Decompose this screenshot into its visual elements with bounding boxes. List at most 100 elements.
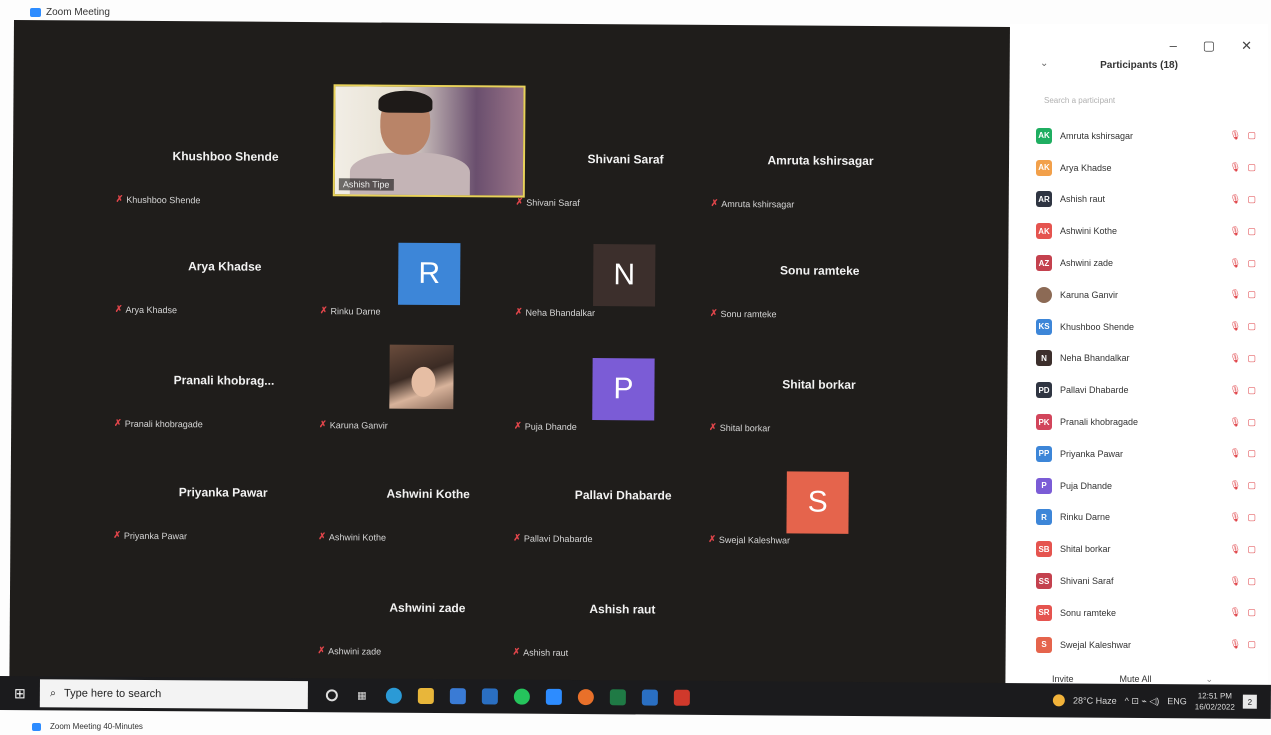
taskbar-search[interactable]: ⌕ Type here to search	[39, 679, 308, 710]
tray-icons[interactable]: ^ ⊡ ⌁ ◁)	[1125, 695, 1160, 706]
mic-video-off-icon[interactable]: 🎙 ▢	[1230, 448, 1258, 459]
clock[interactable]: 12:51 PM 16/02/2022	[1195, 690, 1235, 712]
participant-search-input[interactable]: Search a participant	[1044, 96, 1115, 105]
participant-name: Khushboo Shende	[1060, 321, 1135, 332]
participant-row[interactable]: SS Shivani Saraf 🎙 ▢	[1036, 565, 1258, 597]
participant-name-label: ✗ Ashwini zade	[318, 645, 382, 656]
close-button[interactable]: ✕	[1241, 38, 1252, 54]
mic-video-off-icon[interactable]: 🎙 ▢	[1230, 258, 1258, 269]
participant-name: Shital borkar	[1060, 544, 1111, 555]
participant-name-label: ✗ Arya Khadse	[115, 304, 177, 315]
participant-display-name: Pranali khobrag...	[173, 373, 275, 388]
participant-avatar: S	[1036, 636, 1052, 653]
mic-video-off-icon[interactable]: 🎙 ▢	[1230, 385, 1258, 396]
mic-video-off-icon[interactable]: 🎙 ▢	[1230, 353, 1258, 364]
cortana-icon[interactable]	[325, 689, 338, 702]
photos-icon[interactable]	[641, 689, 658, 706]
participant-row[interactable]: PP Priyanka Pawar 🎙 ▢	[1036, 438, 1258, 470]
firefox-icon[interactable]	[577, 689, 594, 706]
task-view-icon[interactable]: ▦	[354, 687, 370, 703]
participant-name-label: ✗ Pranali khobragade	[114, 418, 203, 430]
whatsapp-icon[interactable]	[513, 688, 530, 705]
mic-muted-icon: ✗	[317, 645, 326, 656]
store-icon[interactable]	[449, 688, 466, 705]
minimize-button[interactable]: –	[1170, 38, 1177, 54]
participant-tile[interactable]: Ashish raut ✗ Ashish raut	[504, 561, 740, 673]
excel-icon[interactable]	[609, 689, 626, 706]
participant-row[interactable]: KS Khushboo Shende 🎙 ▢	[1036, 311, 1258, 343]
participant-row[interactable]: SB Shital borkar 🎙 ▢	[1036, 533, 1258, 565]
more-options-icon[interactable]: ⌄	[1206, 674, 1214, 685]
participant-tile[interactable]: Amruta kshirsagar ✗ Amruta kshirsagar	[703, 113, 939, 225]
video-tile-ashish[interactable]: Ashish Tipe	[332, 84, 526, 198]
participant-row[interactable]: S Swejal Kaleshwar 🎙 ▢	[1036, 629, 1258, 661]
mic-video-off-icon[interactable]: 🎙 ▢	[1230, 576, 1258, 587]
participant-row[interactable]: AR Ashish raut 🎙 ▢	[1036, 184, 1258, 216]
participant-name-label: ✗ Sonu ramteke	[710, 308, 777, 319]
participant-avatar: PP	[1036, 445, 1052, 462]
participant-name-label: ✗ Shivani Saraf	[516, 197, 580, 208]
name-text: Pranali khobragade	[124, 418, 203, 429]
zoom-taskbar-icon[interactable]	[545, 688, 562, 705]
participant-row[interactable]: P Puja Dhande 🎙 ▢	[1036, 470, 1258, 502]
name-text: Karuna Ganvir	[329, 419, 388, 431]
mic-video-off-icon[interactable]: 🎙 ▢	[1230, 512, 1258, 523]
mic-video-off-icon[interactable]: 🎙 ▢	[1230, 226, 1258, 237]
participant-tile[interactable]: Shital borkar ✗ Shital borkar	[701, 337, 937, 449]
participant-avatar: S	[786, 471, 849, 534]
mic-video-off-icon[interactable]: 🎙 ▢	[1230, 544, 1258, 555]
participant-row[interactable]: AK Arya Khadse 🎙 ▢	[1036, 152, 1258, 184]
name-text: Rinku Darne	[330, 305, 381, 317]
name-text: Arya Khadse	[125, 304, 178, 315]
mic-video-off-icon[interactable]: 🎙 ▢	[1230, 417, 1258, 428]
mic-video-off-icon[interactable]: 🎙 ▢	[1230, 162, 1258, 173]
participant-avatar: PD	[1036, 382, 1052, 399]
participant-display-name: Khushboo Shende	[172, 149, 279, 164]
participant-avatar: SB	[1036, 541, 1052, 558]
participant-row[interactable]: R Rinku Darne 🎙 ▢	[1036, 502, 1258, 534]
mic-video-off-icon[interactable]: 🎙 ▢	[1230, 321, 1258, 332]
file-explorer-icon[interactable]	[417, 687, 434, 705]
maximize-button[interactable]: ▢	[1203, 38, 1215, 54]
participant-row[interactable]: PD Pallavi Dhabarde 🎙 ▢	[1036, 374, 1258, 406]
notification-icon[interactable]: 2	[1242, 694, 1257, 709]
search-icon: ⌕	[49, 686, 57, 699]
mic-video-off-icon[interactable]: 🎙 ▢	[1230, 639, 1258, 650]
participant-name-label: ✗ Pallavi Dhabarde	[513, 532, 592, 544]
language-indicator[interactable]: ENG	[1167, 696, 1187, 706]
mic-video-off-icon[interactable]: 🎙 ▢	[1230, 194, 1258, 205]
weather-text[interactable]: 28°C Haze	[1073, 695, 1117, 705]
participant-tile[interactable]: Arya Khadse ✗ Arya Khadse	[107, 219, 343, 331]
participant-row[interactable]: AK Amruta kshirsagar 🎙 ▢	[1036, 120, 1258, 152]
mic-video-off-icon[interactable]: 🎙 ▢	[1230, 607, 1258, 618]
acrobat-icon[interactable]	[673, 689, 690, 706]
mic-muted-icon: ✗	[515, 196, 524, 207]
participant-row[interactable]: AZ Ashwini zade 🎙 ▢	[1036, 247, 1258, 279]
mic-video-off-icon[interactable]: 🎙 ▢	[1230, 480, 1258, 491]
participant-photo	[389, 344, 454, 410]
participant-name: Neha Bhandalkar	[1060, 353, 1130, 364]
name-text: Swejal Kaleshwar	[718, 534, 791, 545]
participant-tile[interactable]: Priyanka Pawar ✗ Priyanka Pawar	[105, 445, 341, 557]
participant-row[interactable]: SR Sonu ramteke 🎙 ▢	[1036, 597, 1258, 629]
participant-name: Sonu ramteke	[1060, 607, 1117, 618]
window-controls: – ▢ ✕	[1170, 38, 1252, 54]
participant-name-label: ✗ Swejal Kaleshwar	[708, 534, 790, 546]
edge-icon[interactable]	[385, 687, 402, 704]
participant-tile[interactable]: Pranali khobrag... ✗ Pranali khobragade	[106, 333, 342, 445]
participant-row[interactable]: AK Ashwini Kothe 🎙 ▢	[1036, 215, 1258, 247]
participant-row[interactable]: N Neha Bhandalkar 🎙 ▢	[1036, 343, 1258, 375]
mic-video-off-icon[interactable]: 🎙 ▢	[1230, 289, 1258, 300]
participant-tile[interactable]: Khushboo Shende ✗ Khushboo Shende	[108, 109, 344, 221]
participant-display-name: Arya Khadse	[188, 259, 262, 274]
mail-icon[interactable]	[481, 688, 498, 705]
participant-tile[interactable]: Sonu ramteke ✗ Sonu ramteke	[702, 223, 938, 335]
start-button[interactable]: ⊞	[0, 676, 40, 710]
participant-tile[interactable]: S ✗ Swejal Kaleshwar	[700, 449, 936, 561]
participant-row[interactable]: Karuna Ganvir 🎙 ▢	[1036, 279, 1258, 311]
participant-row[interactable]: PK Pranali khobragade 🎙 ▢	[1036, 406, 1258, 438]
participant-display-name: Ashish raut	[589, 602, 656, 617]
mic-muted-icon: ✗	[318, 531, 326, 542]
mic-video-off-icon[interactable]: 🎙 ▢	[1230, 130, 1258, 141]
participant-avatar: SR	[1036, 604, 1052, 621]
